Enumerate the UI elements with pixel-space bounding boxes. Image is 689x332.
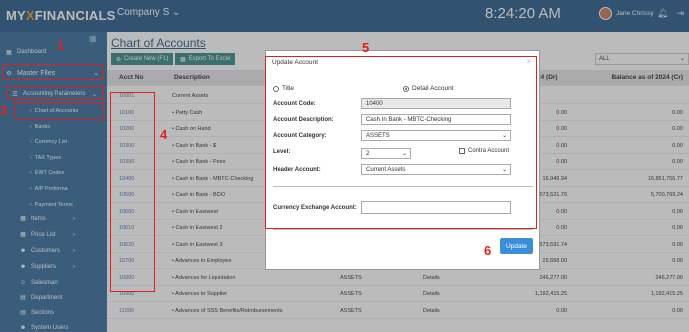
- divider: [273, 229, 533, 230]
- annotation-number-3: 3: [0, 103, 8, 118]
- annotation-number-5: 5: [362, 40, 370, 55]
- annotation-box-1: [3, 64, 103, 80]
- annotation-number-1: 1: [57, 38, 65, 53]
- annotation-number-4: 4: [160, 127, 168, 142]
- annotation-box-5: [265, 56, 537, 229]
- annotation-number-6: 6: [484, 243, 492, 258]
- update-button[interactable]: Update: [500, 238, 533, 254]
- annotation-box-2: [7, 86, 104, 100]
- annotation-box-3: [14, 102, 104, 119]
- annotation-box-4: [110, 92, 155, 292]
